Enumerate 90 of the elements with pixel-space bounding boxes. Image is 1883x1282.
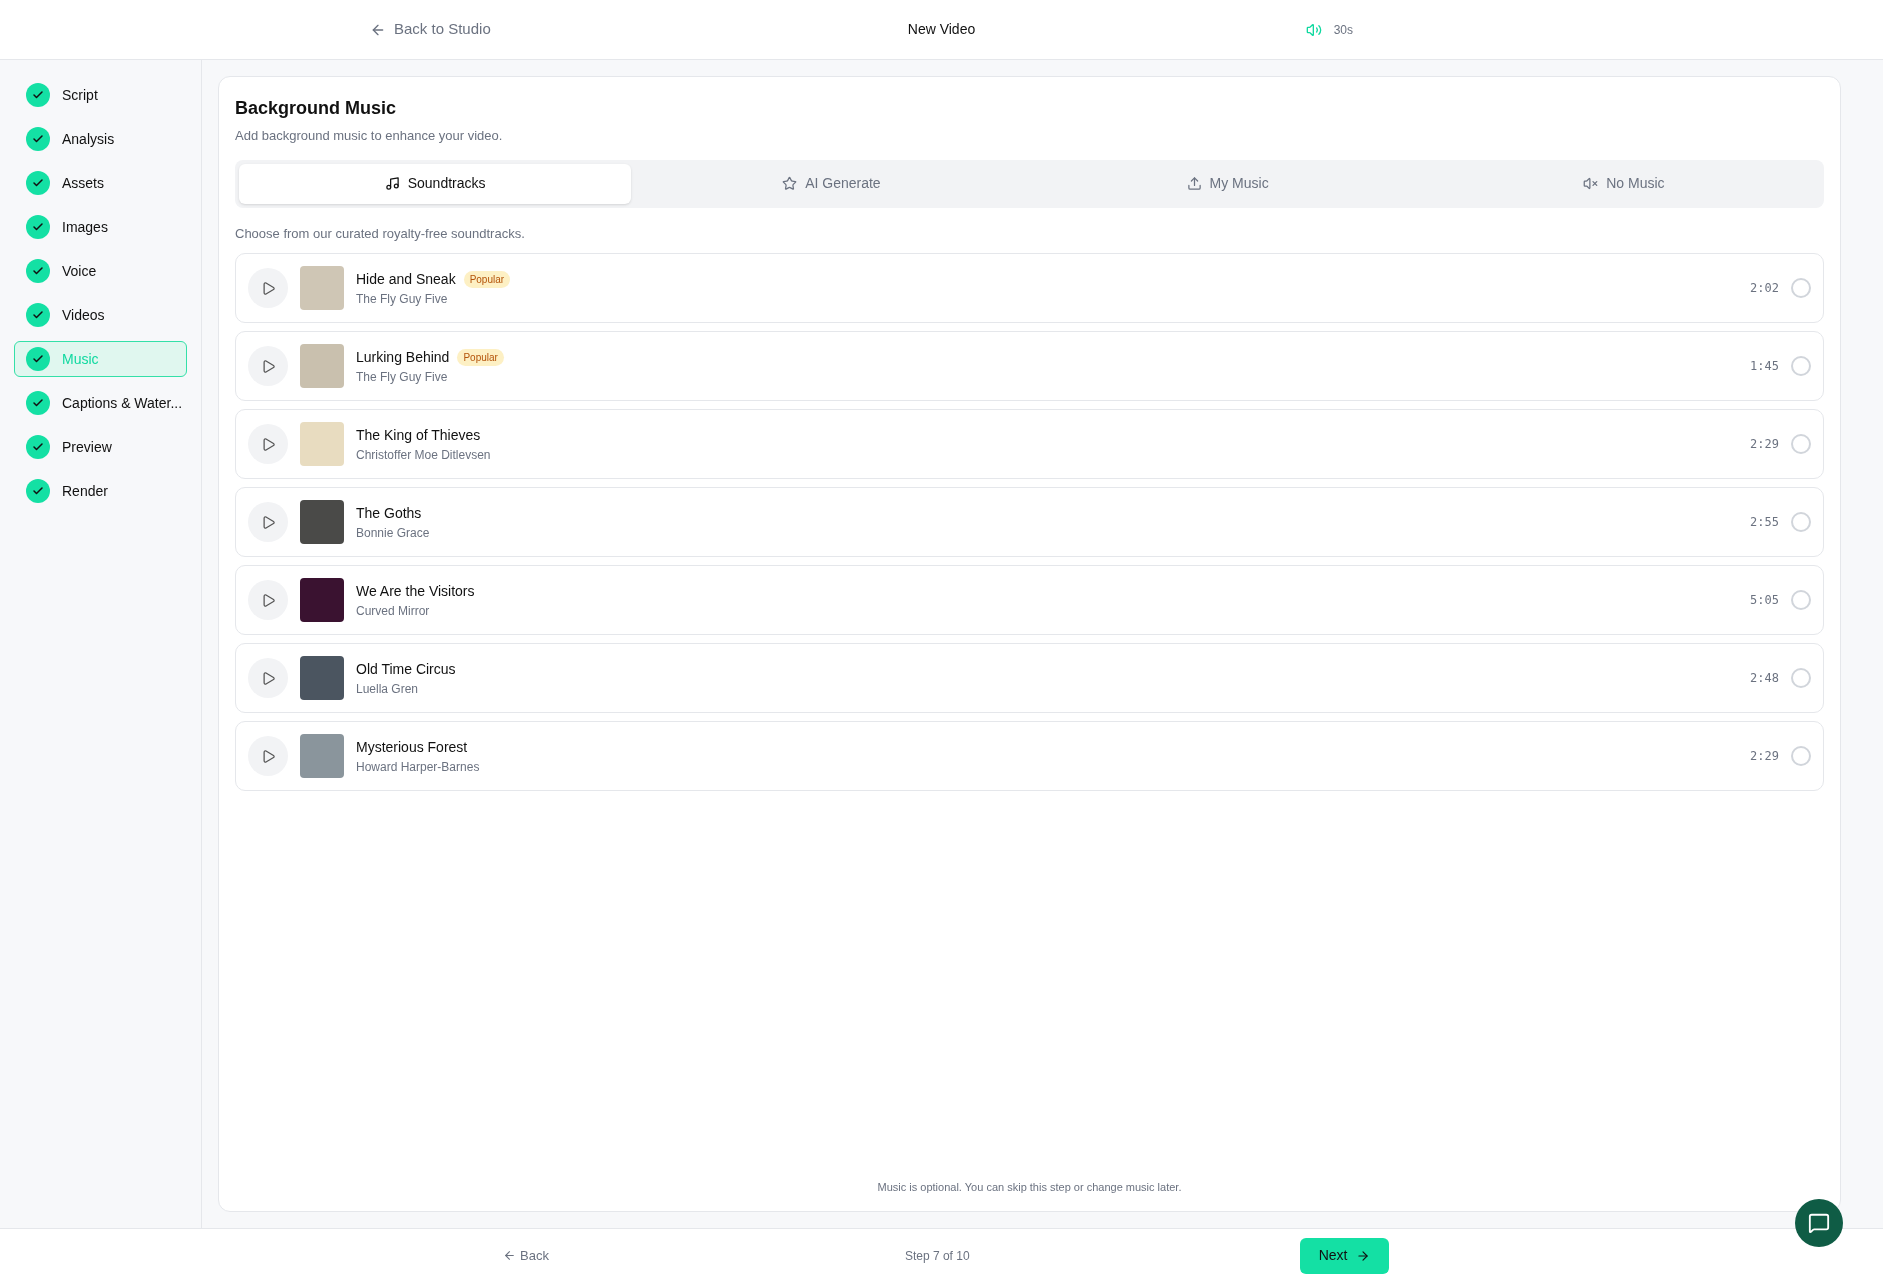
track-title: Mysterious Forest — [356, 737, 468, 757]
play-button[interactable] — [248, 268, 288, 308]
album-cover-placeholder — [300, 734, 344, 778]
play-button[interactable] — [248, 502, 288, 542]
sidebar-item[interactable]: Images — [14, 209, 187, 245]
track-artist: The Fly Guy Five — [356, 368, 449, 386]
track-row[interactable]: Old Time Circus Luella Gren 2:48 — [235, 643, 1824, 713]
album-cover-placeholder — [300, 344, 344, 388]
sidebar-item[interactable]: Captions & Water... — [14, 385, 187, 421]
track-artist: Luella Gren — [356, 680, 420, 698]
chat-bubble-icon — [1808, 1212, 1830, 1234]
play-button[interactable] — [248, 424, 288, 464]
back-to-studio-link[interactable]: Back to Studio — [370, 18, 491, 41]
star-icon — [782, 176, 798, 191]
back-link[interactable]: Back — [503, 1245, 549, 1266]
speaker-icon — [1305, 21, 1322, 38]
tab[interactable]: AI Generate — [635, 163, 1028, 204]
popular-badge: Popular — [457, 348, 504, 366]
radio-button[interactable] — [1791, 434, 1811, 454]
arrow-left-icon — [503, 1249, 516, 1262]
play-icon — [260, 358, 276, 374]
step-indicator: Step 7 of 10 — [904, 1247, 970, 1265]
play-icon — [260, 436, 276, 452]
track-artist: Howard Harper-Barnes — [356, 758, 480, 776]
tab[interactable]: My Music — [1031, 163, 1424, 204]
album-cover-placeholder — [300, 500, 344, 544]
track-title: We Are the Visitors — [356, 581, 475, 601]
track-row[interactable]: The Goths Bonnie Grace 2:55 — [235, 487, 1824, 557]
play-button[interactable] — [248, 658, 288, 698]
track-artist: Bonnie Grace — [356, 524, 430, 542]
track-row[interactable]: Hide and Sneak Popular The Fly Guy Five 2:02 — [235, 253, 1824, 323]
track-title: Old Time Circus — [356, 659, 456, 679]
radio-button[interactable] — [1791, 278, 1811, 298]
play-icon — [260, 280, 276, 296]
arrow-right-icon — [1355, 1248, 1370, 1263]
next-button[interactable]: Next — [1299, 1237, 1389, 1274]
track-row[interactable]: We Are the Visitors Curved Mirror 5:05 — [235, 565, 1824, 635]
track-duration: 2:29 — [1750, 748, 1779, 765]
play-icon — [260, 670, 276, 686]
track-duration: 5:05 — [1750, 592, 1779, 609]
play-icon — [260, 592, 276, 608]
track-duration: 1:45 — [1750, 358, 1779, 375]
track-title: The Goths — [356, 503, 422, 523]
radio-button[interactable] — [1791, 512, 1811, 532]
play-icon — [260, 748, 276, 764]
album-cover-placeholder — [300, 422, 344, 466]
tab[interactable]: No Music — [1427, 163, 1820, 204]
track-duration: 2:48 — [1750, 670, 1779, 687]
track-title: The King of Thieves — [356, 425, 481, 445]
track-row[interactable]: The King of Thieves Christoffer Moe Ditlevsen 2:29 — [235, 409, 1824, 479]
track-artist: Curved Mirror — [356, 602, 431, 620]
track-duration: 2:29 — [1750, 436, 1779, 453]
track-title: Lurking Behind — [356, 347, 450, 367]
sidebar-item[interactable]: Voice — [14, 253, 187, 289]
duration-label: 30s — [1333, 21, 1353, 39]
track-row[interactable]: Mysterious Forest Howard Harper-Barnes 2:29 — [235, 721, 1824, 791]
track-title: Hide and Sneak — [356, 269, 456, 289]
panel-subtitle: Add background music to enhance your video. — [235, 127, 504, 145]
sidebar-item[interactable]: Assets — [14, 165, 187, 201]
tab[interactable]: Soundtracks — [239, 163, 632, 204]
play-button[interactable] — [248, 736, 288, 776]
track-artist: Christoffer Moe Ditlevsen — [356, 446, 491, 464]
radio-button[interactable] — [1791, 746, 1811, 766]
radio-button[interactable] — [1791, 356, 1811, 376]
page-title: New Video — [907, 20, 976, 39]
album-cover-placeholder — [300, 266, 344, 310]
play-icon — [260, 514, 276, 530]
track-row[interactable]: Lurking Behind Popular The Fly Guy Five 1:45 — [235, 331, 1824, 401]
track-duration: 2:02 — [1750, 280, 1779, 297]
upload-icon — [1186, 176, 1202, 191]
sidebar-item[interactable]: Render — [14, 473, 187, 509]
popular-badge: Popular — [463, 270, 511, 288]
play-button[interactable] — [248, 346, 288, 386]
sidebar-item[interactable]: Script — [14, 77, 187, 113]
muted-speaker-icon — [1583, 176, 1599, 191]
radio-button[interactable] — [1791, 590, 1811, 610]
track-artist: The Fly Guy Five — [356, 290, 449, 308]
track-duration: 2:55 — [1750, 514, 1779, 531]
sidebar-item[interactable]: Videos — [14, 297, 187, 333]
chat-button[interactable] — [1795, 1199, 1843, 1247]
panel-title: Background Music — [235, 97, 398, 120]
music-note-icon — [384, 176, 400, 191]
album-cover-placeholder — [300, 578, 344, 622]
optional-note: Music is optional. You can skip this step or change music later. — [876, 1179, 1183, 1195]
radio-button[interactable] — [1791, 668, 1811, 688]
sidebar-item[interactable]: Analysis — [14, 121, 187, 157]
album-cover-placeholder — [300, 656, 344, 700]
play-button[interactable] — [248, 580, 288, 620]
sidebar-item[interactable]: Preview — [14, 429, 187, 465]
hint-text: Choose from our curated royalty-free soundtracks. — [235, 224, 526, 243]
